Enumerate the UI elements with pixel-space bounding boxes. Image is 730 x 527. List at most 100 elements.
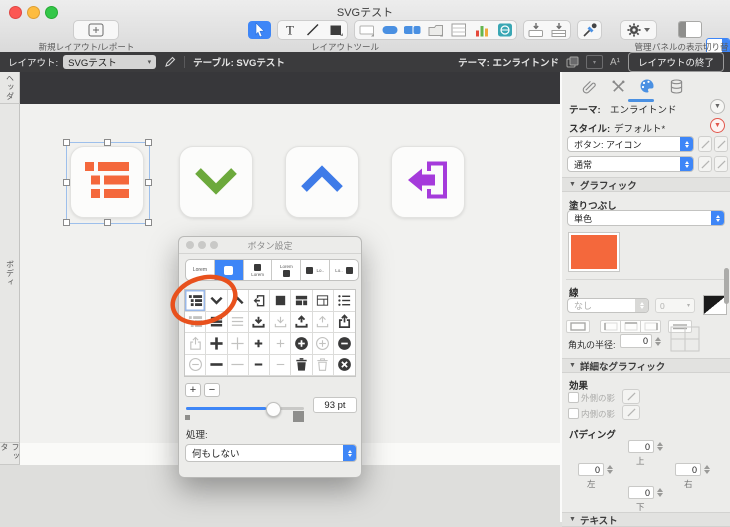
fill-type-dropdown[interactable]: 単色	[567, 210, 725, 226]
dialog-close-button[interactable]	[186, 241, 194, 249]
selection-handle[interactable]	[145, 179, 152, 186]
segment-icon-label-right[interactable]: Lo..	[301, 260, 330, 280]
border-top-bottom-button[interactable]	[620, 320, 641, 333]
style-menu-button[interactable]: ▼	[710, 118, 725, 133]
grid-icon-lines-thin[interactable]	[228, 312, 249, 334]
grid-icon-minus-small-light[interactable]	[270, 355, 291, 377]
grid-icon-minus-small-bold[interactable]	[249, 355, 270, 377]
tool-button-bar-button[interactable]	[401, 21, 424, 39]
padding-right-stepper[interactable]	[703, 463, 711, 476]
grid-icon-lines-bold[interactable]	[206, 312, 227, 334]
icon-size-slider[interactable]	[186, 407, 304, 410]
tab-appearance[interactable]	[636, 77, 658, 95]
segment-label-left-icon[interactable]: Lo..	[330, 260, 358, 280]
state-revert-button[interactable]	[698, 156, 712, 172]
grid-icon-plus-bold[interactable]	[206, 333, 227, 355]
selection-handle[interactable]	[145, 219, 152, 226]
dialog-zoom-button[interactable]	[210, 241, 218, 249]
tool-web-viewer-button[interactable]	[493, 21, 516, 39]
tool-rectangle-button[interactable]	[324, 21, 347, 39]
padding-bottom-stepper[interactable]	[656, 486, 664, 499]
grid-icon-plus-circle-filled[interactable]	[291, 333, 312, 355]
icon-size-value[interactable]: 93 pt	[313, 397, 357, 413]
outer-shadow-edit-button[interactable]	[622, 389, 640, 404]
grid-icon-minus-circle-outline[interactable]	[185, 355, 206, 377]
chevron-down-canvas-button[interactable]	[179, 146, 253, 218]
line-width-combo[interactable]: 0▾	[655, 298, 695, 313]
selection-handle[interactable]	[63, 219, 70, 226]
corner-radius-input[interactable]: 0	[620, 334, 652, 348]
selection-handle[interactable]	[104, 139, 111, 146]
grid-icon-share-filled[interactable]	[334, 312, 355, 334]
tool-eyedropper-button[interactable]	[578, 21, 601, 39]
theme-menu-button[interactable]: ▼	[710, 99, 725, 114]
grid-icon-plus-small-bold[interactable]	[249, 333, 270, 355]
grid-icon-download-outline[interactable]	[270, 312, 291, 334]
tab-position[interactable]	[578, 77, 600, 95]
outer-shadow-checkbox[interactable]	[568, 392, 579, 403]
padding-top-input[interactable]: 0	[628, 440, 654, 453]
exit-canvas-button[interactable]	[391, 146, 465, 218]
tool-chart-button[interactable]	[470, 21, 493, 39]
grid-icon-list[interactable]	[185, 290, 206, 312]
tool-button-button[interactable]	[378, 21, 401, 39]
border-all-button[interactable]	[566, 320, 590, 333]
line-style-dropdown[interactable]: なし	[567, 298, 649, 313]
chevron-up-canvas-button[interactable]	[285, 146, 359, 218]
corner-radius-stepper[interactable]	[654, 334, 662, 348]
inner-shadow-edit-button[interactable]	[622, 405, 640, 420]
section-graphic[interactable]: ▼グラフィック	[562, 177, 730, 192]
padding-top-stepper[interactable]	[656, 440, 664, 453]
grid-icon-share-outline[interactable]	[185, 333, 206, 355]
grid-icon-upload-outline[interactable]	[313, 312, 334, 334]
tool-part-tool-button[interactable]	[547, 21, 570, 39]
padding-bottom-input[interactable]: 0	[628, 486, 654, 499]
segment-label-above-icon[interactable]: Lorem	[272, 260, 301, 280]
grid-icon-trash-outline[interactable]	[313, 355, 334, 377]
selection-handle[interactable]	[63, 139, 70, 146]
grid-icon-chevron-up[interactable]	[228, 290, 249, 312]
corner-selector[interactable]	[670, 326, 700, 352]
grid-icon-layout-filled[interactable]	[291, 290, 312, 312]
grid-icon-minus-bold[interactable]	[206, 355, 227, 377]
grid-icon-layout-outline[interactable]	[313, 290, 334, 312]
object-part-dropdown[interactable]: ボタン: アイコン	[567, 136, 694, 152]
grid-icon-square-filled[interactable]	[270, 290, 291, 312]
selection-handle[interactable]	[104, 219, 111, 226]
grid-icon-x-circle-filled[interactable]	[334, 355, 355, 377]
edit-layout-pencil-icon[interactable]	[164, 56, 176, 68]
layout-dropdown[interactable]: SVGテスト ▾	[63, 55, 156, 69]
left-panel-toggle-button[interactable]	[678, 21, 702, 38]
grid-icon-list-light[interactable]	[185, 312, 206, 334]
tool-portal-button[interactable]	[447, 21, 470, 39]
grid-icon-upload-filled[interactable]	[291, 312, 312, 334]
selection-handle[interactable]	[63, 179, 70, 186]
manage-button[interactable]	[620, 20, 657, 40]
tool-text-button[interactable]: T	[278, 21, 301, 39]
inner-shadow-checkbox[interactable]	[568, 408, 579, 419]
border-right-button[interactable]	[640, 320, 661, 333]
fill-color-well[interactable]	[568, 232, 620, 272]
tab-data[interactable]	[665, 77, 687, 95]
swatch-dropdown[interactable]: ▾	[586, 55, 603, 69]
border-left-button[interactable]	[600, 320, 621, 333]
remove-icon-button[interactable]: −	[204, 383, 220, 397]
tool-select-button[interactable]	[248, 21, 271, 39]
format-text-icon[interactable]: A¹	[610, 57, 620, 68]
action-dropdown[interactable]: 何もしない	[185, 444, 357, 462]
new-layout-button[interactable]	[73, 20, 119, 40]
padding-left-input[interactable]: 0	[578, 463, 604, 476]
state-dropdown[interactable]: 通常	[567, 156, 694, 172]
grid-icon-exit[interactable]	[249, 290, 270, 312]
part-tab-body[interactable]: ボディ	[0, 104, 20, 443]
layout-header-part[interactable]	[20, 72, 560, 104]
state-save-button[interactable]	[714, 156, 728, 172]
grid-icon-minus-light[interactable]	[228, 355, 249, 377]
add-icon-button[interactable]: +	[185, 383, 201, 397]
style-revert-button[interactable]	[698, 136, 712, 152]
segment-icon-only[interactable]	[215, 260, 244, 280]
style-save-button[interactable]	[714, 136, 728, 152]
section-text[interactable]: ▼テキスト	[562, 512, 730, 527]
grid-icon-list-bullets[interactable]	[334, 290, 355, 312]
grid-icon-trash-filled[interactable]	[291, 355, 312, 377]
